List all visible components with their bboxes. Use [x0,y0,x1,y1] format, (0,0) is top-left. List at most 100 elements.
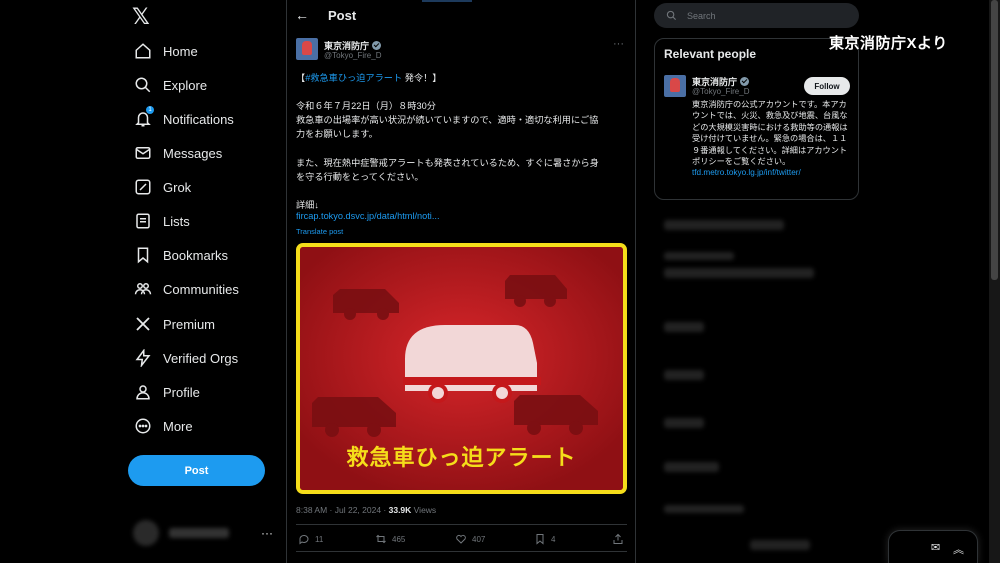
post-image[interactable]: 救急車ひっ迫アラート [296,243,627,494]
share-button[interactable] [612,533,624,545]
relevant-people-card: Relevant people 東京消防庁 @Tokyo_Fire_D Foll… [654,38,859,200]
lightning-icon [133,348,153,368]
relevant-bio: 東京消防庁の公式アカウントです。本アカウントでは、火災、救急及び地震、台風などの… [692,99,852,179]
person-icon [133,382,153,402]
nav-more[interactable]: More [133,413,193,439]
post-time[interactable]: 8:38 AM · Jul 22, 2024 · [296,505,389,515]
post-line-1: 【#救急車ひっ迫アラート 発令！】 [296,70,441,84]
more-icon: ··· [261,526,273,540]
nav-verified-orgs[interactable]: Verified Orgs [133,345,238,371]
search-icon [666,10,677,21]
home-icon [133,41,153,61]
repost-icon [376,534,386,544]
post-line-4: 力をお願いします。 [296,129,378,139]
heart-icon [456,534,466,544]
post-button[interactable]: Post [128,455,265,486]
reply-icon [299,534,309,545]
post-line-1-prefix: 【 [296,73,306,83]
messages-drawer[interactable]: ✉ ︽ [888,530,978,563]
nav-profile-label: Profile [163,384,200,400]
divider [296,551,627,552]
search-input[interactable] [687,10,827,21]
nav-explore[interactable]: Explore [133,72,207,98]
account-switcher[interactable]: ··· [133,518,273,548]
verified-badge-icon [740,77,750,86]
x-icon [133,314,153,334]
left-navigation: 𝕏 Home Explore 1 Notifications Messages … [0,0,286,563]
verified-badge-icon [372,41,382,50]
post-timestamp: 8:38 AM · Jul 22, 2024 · 33.9K Views [296,505,436,515]
reply-count: 11 [315,534,324,544]
bookmark-button[interactable]: 4 [534,533,555,545]
reply-button[interactable]: 11 [298,533,323,545]
nav-more-label: More [163,418,193,434]
nav-home-label: Home [163,43,198,59]
post-line-2: 令和６年７月22日（月）８時30分 [296,101,436,111]
nav-profile[interactable]: Profile [133,379,200,405]
nav-grok[interactable]: Grok [133,174,191,200]
blurred-item [664,268,814,278]
nav-messages[interactable]: Messages [133,140,222,166]
search-icon [133,75,153,95]
nav-lists-label: Lists [163,213,190,229]
page-title: Post [328,8,357,23]
more-circle-icon [133,416,153,436]
nav-lists[interactable]: Lists [133,208,190,234]
nav-notifications[interactable]: 1 Notifications [133,106,234,132]
nav-premium[interactable]: Premium [133,311,215,337]
nav-home[interactable]: Home [133,38,198,64]
blurred-item [664,252,734,260]
post-line-3: 救急車の出場率が高い状況が続いていますので、適時・適切な利用にご協 [296,115,599,125]
list-icon [133,211,153,231]
nav-grok-label: Grok [163,179,192,195]
scrollbar-thumb[interactable] [991,0,998,280]
nav-bookmarks-label: Bookmarks [163,247,229,263]
blurred-heading [664,220,784,230]
header-accent [422,0,472,2]
nav-bookmarks[interactable]: Bookmarks [133,242,228,268]
nav-communities-label: Communities [163,281,239,297]
views-count: 33.9K [388,505,412,515]
hashtag-link[interactable]: #救急車ひっ迫アラート [305,73,402,83]
mail-icon [133,143,153,163]
post-link[interactable]: fircap.tokyo.dsvc.jp/data/html/noti... [296,211,440,221]
post-header: ← Post [287,0,635,30]
author-avatar[interactable] [296,38,318,60]
back-arrow-icon[interactable]: ← [295,7,309,23]
repost-count: 465 [392,534,406,544]
follow-button[interactable]: Follow [804,77,850,95]
x-logo-icon[interactable]: 𝕏 [132,6,156,28]
bookmark-icon [536,534,544,545]
post-line-7: 詳細↓ [296,200,319,210]
relevant-people-title: Relevant people [664,47,757,61]
post-line-6: を守る行動をとってください。 [296,172,424,182]
like-button[interactable]: 407 [455,533,485,545]
bookmark-count: 4 [551,534,556,544]
relevant-avatar[interactable] [664,75,686,97]
blurred-item [664,322,704,332]
nav-premium-label: Premium [163,316,216,332]
nav-communities[interactable]: Communities [133,276,239,302]
relevant-bio-link[interactable]: tfd.metro.tokyo.lg.jp/inf/twitter/ [692,168,801,177]
alert-image: 救急車ひっ迫アラート [300,247,623,490]
chevron-up-icon[interactable]: ︽ [953,541,964,557]
nav-messages-label: Messages [163,145,223,161]
avatar [133,520,159,546]
account-name-blurred [169,528,229,538]
scrollbar[interactable] [989,0,1000,563]
blurred-item [664,505,744,513]
author-handle[interactable]: @Tokyo_Fire_D [324,51,381,60]
search-bar[interactable] [654,3,859,28]
relevant-handle[interactable]: @Tokyo_Fire_D [692,87,749,96]
post-line-1-suffix: 発令！】 [402,73,442,83]
notification-badge: 1 [146,106,154,114]
source-caption: 東京消防庁Xより [829,35,948,52]
blurred-item [664,462,719,472]
views-label: Views [411,505,437,515]
translate-post-link[interactable]: Translate post [296,227,343,236]
like-count: 407 [472,534,486,544]
new-message-icon[interactable]: ✉ [931,541,940,554]
main-column: ← Post 東京消防庁 @Tokyo_Fire_D ··· 【#救急車ひっ迫ア… [286,0,636,563]
repost-button[interactable]: 465 [375,533,405,545]
more-icon[interactable]: ··· [613,38,624,50]
